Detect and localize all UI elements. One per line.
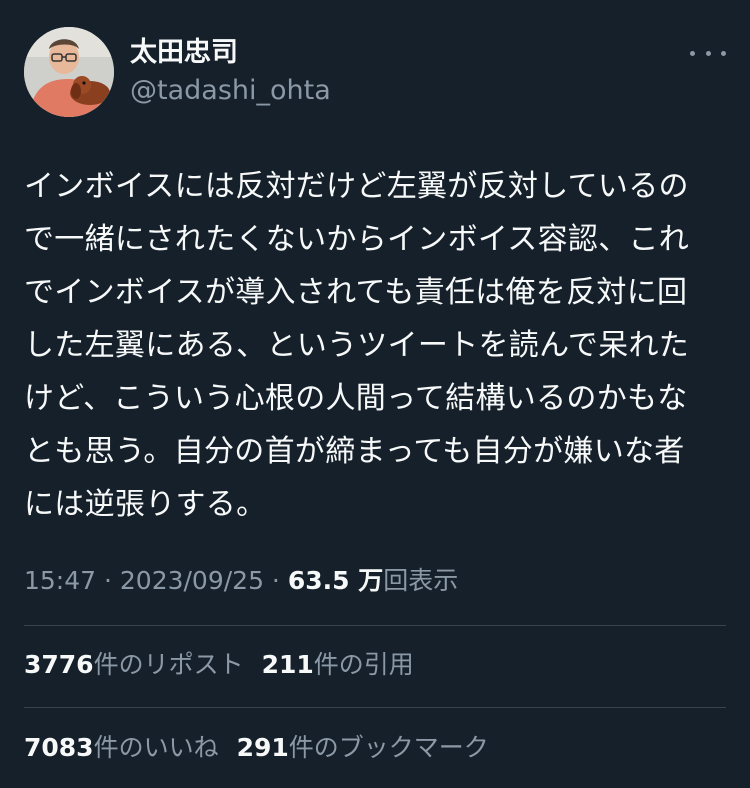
tweet-text-line: には逆張りする。 [24, 487, 267, 522]
tweet-text-line: で一緒にされたくないからインボイス容認、これ [24, 222, 690, 257]
quotes-label: 件の引用 [313, 650, 414, 679]
reposts-stat[interactable]: 3776件のリポスト [24, 647, 244, 683]
stats-row-reposts-quotes: 3776件のリポスト 211件の引用 [24, 647, 432, 683]
avatar[interactable] [24, 27, 114, 117]
more-dot [690, 50, 695, 56]
stats-row-likes-bookmarks: 7083件のいいね 291件のブックマーク [24, 730, 507, 766]
tweet-time[interactable]: 15:47 [24, 566, 96, 595]
tweet-text: インボイスには反対だけど左翼が反対しているの で一緒にされたくないからインボイス… [24, 160, 730, 531]
likes-count: 7083 [24, 733, 94, 762]
quotes-count: 211 [261, 650, 314, 679]
more-dot [705, 50, 711, 56]
bookmarks-count: 291 [236, 733, 289, 762]
likes-label: 件のいいね [93, 733, 219, 762]
author-handle[interactable]: @tadashi_ohta [130, 74, 331, 108]
more-horizontal-icon[interactable] [690, 42, 726, 64]
reposts-count: 3776 [24, 650, 94, 679]
author-name[interactable]: 太田忠司 [130, 36, 238, 70]
tweet-date[interactable]: 2023/09/25 [120, 566, 264, 595]
more-dot [721, 50, 726, 56]
tweet-text-line: とも思う。自分の首が締まっても自分が嫌いな者 [24, 434, 685, 469]
views-count: 63.5 万 [287, 566, 384, 595]
meta-separator: · [263, 566, 288, 595]
tweet-text-line: でインボイスが導入されても責任は俺を反対に回 [24, 275, 688, 310]
likes-stat[interactable]: 7083件のいいね [24, 730, 219, 766]
views-label: 回表示 [383, 566, 459, 595]
tweet-detail: 太田忠司 @tadashi_ohta インボイスには反対だけど左翼が反対している… [0, 0, 750, 788]
bookmarks-label: 件のブックマーク [288, 733, 489, 762]
meta-separator: · [96, 566, 120, 595]
bookmarks-stat[interactable]: 291件のブックマーク [237, 730, 489, 766]
tweet-text-line: けど、こういう心根の人間って結構いるのかもな [24, 381, 688, 416]
tweet-text-line: インボイスには反対だけど左翼が反対しているの [24, 169, 689, 204]
tweet-text-line: した左翼にある、というツイートを読んで呆れた [24, 328, 690, 363]
divider [24, 625, 726, 626]
reposts-label: 件のリポスト [93, 650, 244, 679]
quotes-stat[interactable]: 211件の引用 [262, 647, 414, 683]
tweet-meta: 15:47 · 2023/09/25 · 63.5 万回表示 [24, 563, 458, 599]
divider [24, 707, 726, 708]
